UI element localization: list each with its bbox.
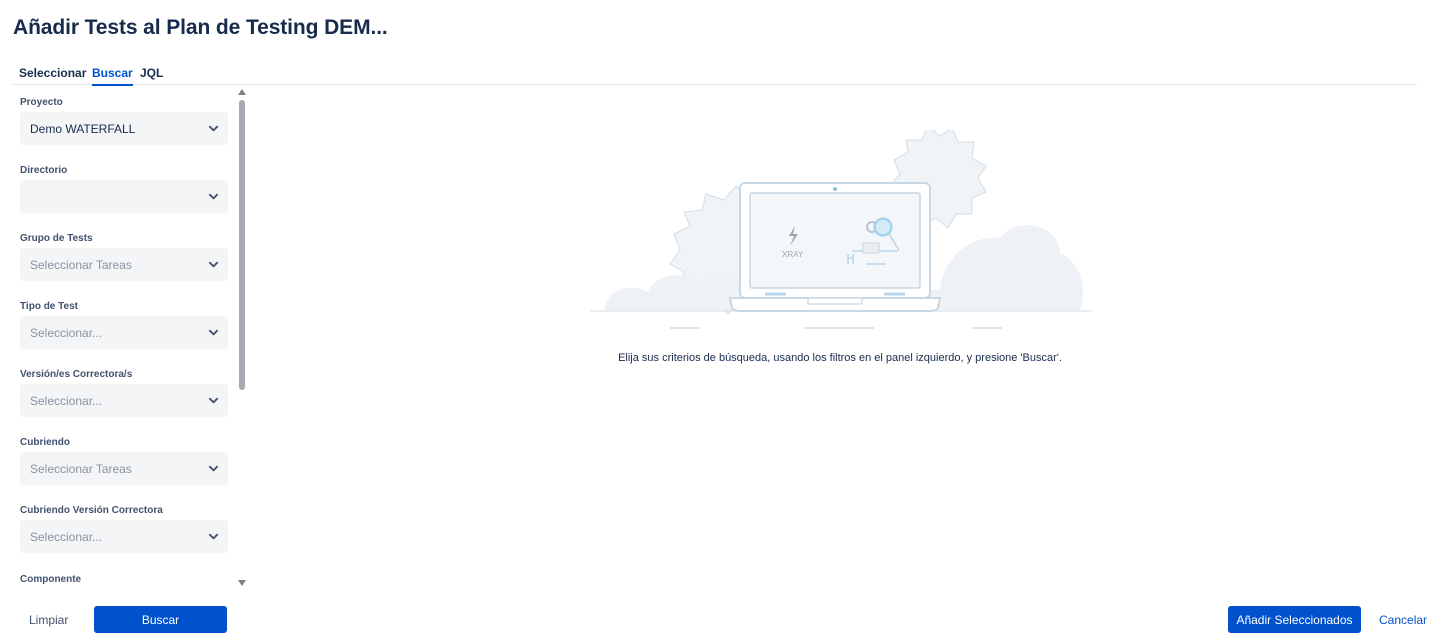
tab-jql[interactable]: JQL [140, 66, 163, 84]
select-directorio[interactable] [20, 180, 228, 213]
chevron-down-icon [208, 329, 219, 336]
select-proyecto[interactable]: Demo WATERFALL [20, 112, 228, 145]
chevron-down-icon [208, 125, 219, 132]
filter-label-tipo-de-test: Tipo de Test [20, 301, 78, 312]
add-selected-button[interactable]: Añadir Seleccionados [1228, 606, 1361, 633]
select-placeholder: Seleccionar... [30, 394, 103, 408]
select-placeholder: Seleccionar... [30, 326, 103, 340]
chevron-down-icon [208, 261, 219, 268]
select-placeholder: Seleccionar... [30, 530, 103, 544]
select-cubriendo-version[interactable]: Seleccionar... [20, 520, 228, 553]
xray-brand-text: XRAY [782, 250, 804, 259]
filter-label-directorio: Directorio [20, 165, 68, 176]
chevron-down-icon [208, 465, 219, 472]
filter-panel: Proyecto Demo WATERFALL Directorio Grupo… [0, 86, 250, 589]
select-tipo-de-test[interactable]: Seleccionar... [20, 316, 228, 349]
scroll-up-arrow-icon[interactable] [238, 89, 246, 95]
select-grupo-de-tests[interactable]: Seleccionar Tareas [20, 248, 228, 281]
filter-label-version-correctora: Versión/es Correctora/s [20, 369, 133, 380]
select-value: Demo WATERFALL [30, 122, 136, 136]
filter-label-cubriendo-version: Cubriendo Versión Correctora [20, 505, 163, 516]
dialog-title: Añadir Tests al Plan de Testing DEM... [13, 16, 388, 39]
filter-label-cubriendo: Cubriendo [20, 437, 70, 448]
scroll-down-arrow-icon[interactable] [238, 580, 246, 586]
search-button[interactable]: Buscar [94, 606, 227, 633]
scrollbar-thumb[interactable] [239, 100, 245, 390]
empty-state-illustration [590, 130, 1092, 329]
chevron-down-icon [208, 533, 219, 540]
tab-bar: Seleccionar Buscar JQL [13, 64, 1417, 86]
tab-buscar[interactable]: Buscar [92, 66, 133, 86]
select-placeholder: Seleccionar Tareas [30, 258, 132, 272]
select-version-correctora[interactable]: Seleccionar... [20, 384, 228, 417]
cancel-button[interactable]: Cancelar [1379, 613, 1427, 627]
tab-seleccionar[interactable]: Seleccionar [19, 66, 86, 84]
clear-button[interactable]: Limpiar [29, 613, 68, 627]
chevron-down-icon [208, 397, 219, 404]
select-cubriendo[interactable]: Seleccionar Tareas [20, 452, 228, 485]
filter-label-grupo-de-tests: Grupo de Tests [20, 233, 93, 244]
empty-state-message: Elija sus criterios de búsqueda, usando … [618, 352, 1062, 364]
select-placeholder: Seleccionar Tareas [30, 462, 132, 476]
filter-label-proyecto: Proyecto [20, 97, 63, 108]
chevron-down-icon [208, 193, 219, 200]
filter-label-componente: Componente [20, 574, 82, 585]
